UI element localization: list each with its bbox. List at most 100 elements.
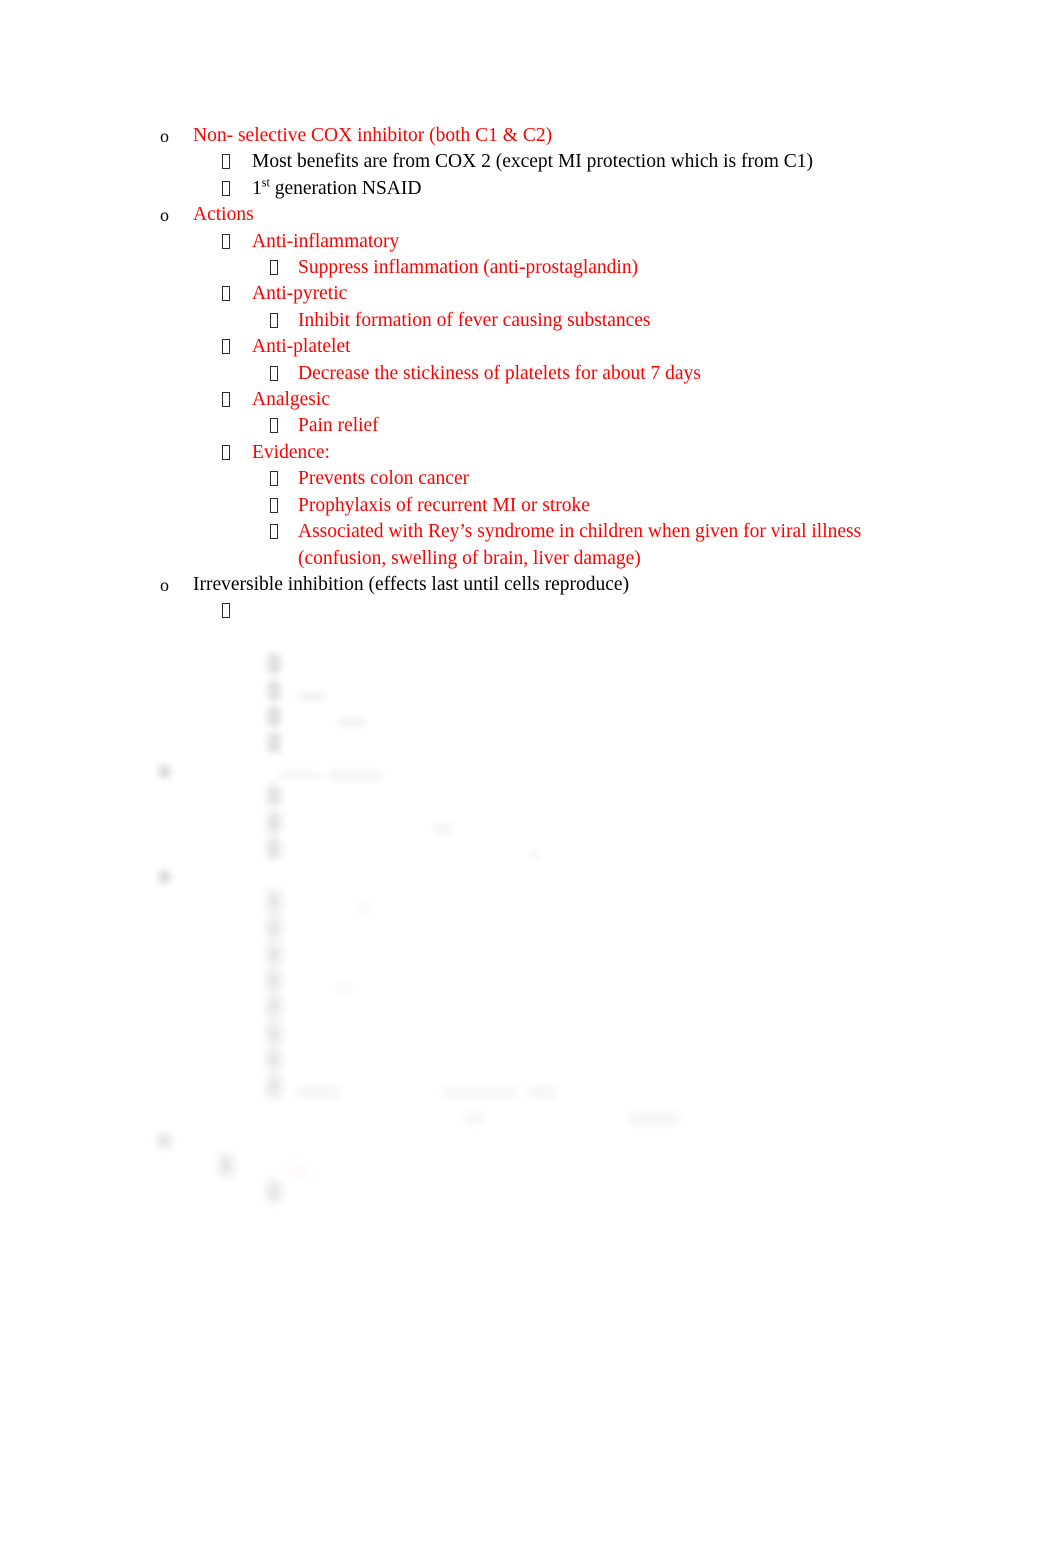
bullet-box-icon xyxy=(270,968,298,994)
obscured-text xyxy=(252,625,920,651)
obscured-outline-row xyxy=(160,889,920,915)
obscured-outline-row xyxy=(160,836,920,862)
bullet-box-icon xyxy=(270,783,298,809)
obscured-outline-row xyxy=(160,1047,920,1073)
obscured-text-smudge xyxy=(252,1158,324,1172)
missing-glyph-box xyxy=(270,840,278,856)
missing-glyph-box xyxy=(270,973,278,988)
outline-content: o Non- selective COX inhibitor (both C1 &… xyxy=(160,123,920,1206)
obscured-text-smudge xyxy=(298,973,348,987)
missing-glyph-box xyxy=(270,471,278,487)
missing-glyph-box xyxy=(270,682,278,698)
obscured-outline-row xyxy=(160,730,920,756)
outline-row: 1st generation NSAID xyxy=(160,176,920,202)
obscured-outline-row xyxy=(160,625,920,651)
obscured-text xyxy=(298,1021,920,1047)
obscured-text-smudge xyxy=(298,920,398,934)
bullet-box-icon xyxy=(222,176,252,202)
obscured-text-smudge xyxy=(298,709,426,723)
bullet-box-icon xyxy=(270,1021,298,1047)
bullet-box-icon xyxy=(270,1179,298,1205)
obscured-text xyxy=(298,810,920,836)
missing-glyph-box xyxy=(222,154,230,170)
missing-glyph-box xyxy=(270,312,278,328)
outline-row: Analgesic xyxy=(160,387,920,413)
obscured-text-smudge xyxy=(298,1079,854,1093)
outline-row-text: Decrease the stickiness of platelets for… xyxy=(298,362,701,384)
obscured-text xyxy=(252,1153,920,1179)
outline-row: Evidence: xyxy=(160,440,920,466)
missing-glyph-box xyxy=(270,497,278,513)
bullet-o-icon: o xyxy=(160,1129,169,1150)
outline-row: o Non- selective COX inhibitor (both C1 &… xyxy=(160,123,920,149)
outline-row: Anti-platelet xyxy=(160,334,920,360)
obscured-text-smudge xyxy=(193,867,408,881)
wrapped-line-indent xyxy=(222,625,252,651)
obscured-text-smudge xyxy=(298,841,538,855)
missing-glyph-box xyxy=(222,286,230,302)
obscured-text xyxy=(193,1126,920,1152)
obscured-outline-row xyxy=(160,994,920,1020)
outline-row-text: Evidence: xyxy=(252,441,330,463)
missing-glyph-box xyxy=(222,392,230,408)
obscured-text-smudge xyxy=(298,683,488,697)
missing-glyph-box xyxy=(270,365,278,381)
obscured-text-smudge xyxy=(298,894,368,908)
outline-row-text: Prophylaxis of recurrent MI or stroke xyxy=(298,494,590,516)
obscured-text-smudge xyxy=(193,762,523,776)
bullet-box-icon xyxy=(270,730,298,756)
outline-row: Inhibit formation of fever causing subst… xyxy=(160,308,920,334)
outline-row-text: Suppress inflammation (anti-prostaglandi… xyxy=(298,257,639,279)
bullet-o-icon: o xyxy=(160,759,169,780)
outline-row-text: Prevents colon cancer xyxy=(298,468,470,490)
obscured-text-smudge xyxy=(298,815,451,829)
obscured-text-smudge xyxy=(298,1105,703,1120)
missing-glyph-box xyxy=(270,920,278,936)
document-page: o Non- selective COX inhibitor (both C1 &… xyxy=(0,0,1062,1561)
missing-glyph-box xyxy=(222,603,230,619)
obscured-text-smudge xyxy=(298,788,638,803)
missing-glyph-box xyxy=(270,1052,278,1068)
bullet-o-icon: o xyxy=(160,205,169,226)
outline-row: Suppress inflammation (anti-prostaglandi… xyxy=(160,255,920,281)
obscured-outline-row xyxy=(160,1153,920,1179)
obscured-text xyxy=(252,598,920,624)
obscured-text xyxy=(298,994,920,1020)
obscured-outline-row xyxy=(160,1179,920,1205)
missing-glyph-box xyxy=(270,735,278,751)
outline-text-suffix: generation NSAID xyxy=(269,177,422,199)
obscured-text xyxy=(193,757,920,783)
bullet-box-icon xyxy=(222,334,252,360)
missing-glyph-box xyxy=(270,814,278,830)
obscured-text-smudge xyxy=(252,630,312,644)
obscured-outline-row: o xyxy=(160,862,920,888)
bullet-box-icon xyxy=(222,1153,252,1179)
obscured-text-smudge xyxy=(193,1131,345,1146)
obscured-text xyxy=(298,889,920,915)
outline-row: Anti-inflammatory xyxy=(160,229,920,255)
legible-outline-rows: o Non- selective COX inhibitor (both C1 &… xyxy=(160,123,920,598)
obscured-text xyxy=(298,1047,920,1073)
obscured-text-smudge xyxy=(298,1052,461,1067)
bullet-o-icon: o xyxy=(160,574,169,595)
wrapped-line-indent xyxy=(270,1100,298,1126)
bullet-box-icon xyxy=(222,149,252,175)
obscured-text-smudge xyxy=(252,603,952,618)
bullet-box-icon xyxy=(270,889,298,915)
obscured-outline-row xyxy=(160,1100,920,1126)
outline-row-text: Anti-pyretic xyxy=(252,283,348,305)
outline-row: o Actions xyxy=(160,202,920,228)
obscured-text-smudge xyxy=(298,1184,446,1198)
missing-glyph-box xyxy=(270,524,278,540)
obscured-text-smudge xyxy=(298,656,576,670)
outline-row: Prophylaxis of recurrent MI or stroke xyxy=(160,493,920,519)
missing-glyph-box xyxy=(270,656,278,672)
outline-row-text: Actions xyxy=(193,204,254,226)
missing-glyph-box xyxy=(270,946,278,962)
obscured-text xyxy=(298,678,920,704)
missing-glyph-box xyxy=(270,1025,278,1041)
outline-text-prefix: 1 xyxy=(252,177,262,199)
obscured-outline-row xyxy=(160,810,920,836)
obscured-text xyxy=(298,651,920,677)
obscured-text xyxy=(298,968,920,994)
